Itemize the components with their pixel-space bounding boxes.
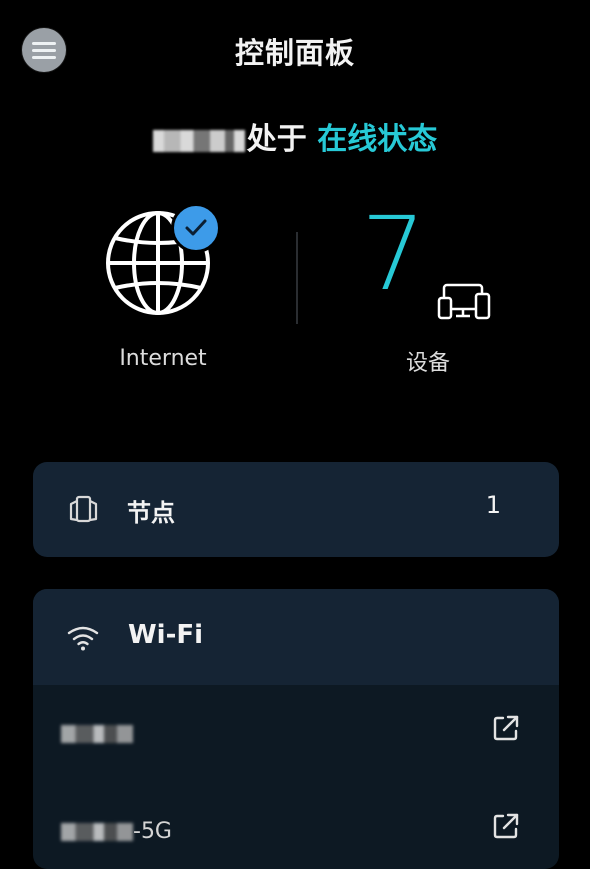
network-name: -5G [61,819,172,844]
nodes-card[interactable]: 节点 1 [33,462,559,557]
devices-label: 设备 [406,351,451,376]
wifi-card: Wi-Fi -5G [33,589,559,869]
wifi-network-row[interactable]: -5G [33,783,559,869]
wifi-header[interactable]: Wi-Fi [33,589,559,685]
page-title: 控制面板 [234,36,355,70]
external-link-icon[interactable] [491,713,521,743]
wifi-icon [67,626,99,651]
devices-status[interactable]: 7 设备 [356,204,506,380]
node-router-icon [69,495,98,523]
status-text: 处于 [246,122,307,157]
network-name-redacted [61,823,133,841]
devices-icon [437,283,491,320]
network-status: 处于 在线状态 [0,114,590,158]
network-name-redacted [61,725,133,743]
device-count: 7 [361,195,426,314]
external-link-icon[interactable] [491,811,521,841]
check-icon [185,219,207,236]
online-check-badge [171,203,221,253]
wifi-network-row[interactable] [33,685,559,775]
internet-status[interactable]: Internet [103,203,223,373]
network-name-redacted [152,129,245,152]
internet-label: Internet [119,346,207,371]
online-status: 在线状态 [317,122,438,157]
wifi-title: Wi-Fi [128,620,204,650]
nodes-label: 节点 [127,499,175,527]
status-divider [296,232,298,324]
nodes-count: 1 [485,491,501,519]
network-name [61,721,133,746]
